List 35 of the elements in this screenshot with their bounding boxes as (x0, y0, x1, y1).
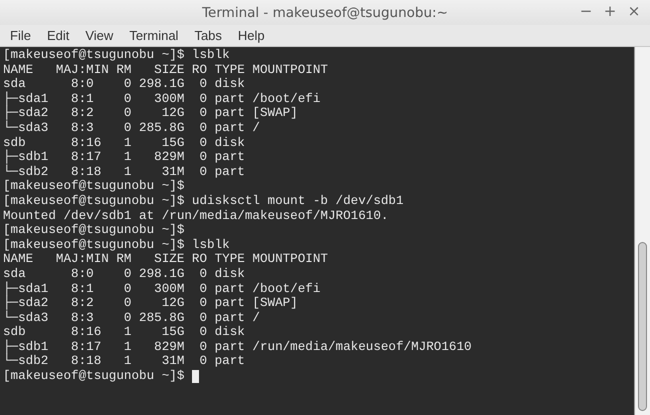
terminal-line: NAME MAJ:MIN RM SIZE RO TYPE MOUNTPOINT (3, 252, 328, 267)
menu-item[interactable]: Help (230, 26, 273, 45)
terminal-line: [makeuseof@tsugunobu ~]$ lsblk (3, 238, 230, 252)
menu-item[interactable]: View (77, 26, 122, 45)
terminal-line: sda 8:0 0 298.1G 0 disk (3, 77, 245, 92)
terminal-line: └─sdb2 8:18 1 31M 0 part (3, 354, 245, 370)
window-control[interactable]: − (576, 2, 596, 20)
terminal-line: [makeuseof@tsugunobu ~]$ (3, 179, 184, 194)
terminal-line: [makeuseof@tsugunobu ~]$ (3, 369, 186, 384)
terminal-line: └─sdb2 8:18 1 31M 0 part (3, 164, 245, 180)
terminal-line: [makeuseof@tsugunobu ~]$ lsblk (3, 48, 230, 63)
scrollbar[interactable] (634, 47, 650, 415)
terminal-line: ├─sdb1 8:17 1 829M 0 part /run/media/makeuseof/MJRO1610 (3, 340, 472, 354)
terminal-line: sdb 8:16 1 15G 0 disk (3, 136, 245, 150)
menu-item[interactable]: Edit (38, 26, 78, 45)
window-title: Terminal - makeuseof@tsugunobu:~ (202, 4, 448, 20)
menu-item[interactable]: File (2, 26, 39, 45)
terminal-line: Mounted /dev/sdb1 at /run/media/makeuseof/MJRO1610. (3, 208, 388, 224)
terminal-line: [makeuseof@tsugunobu ~]$ (3, 223, 184, 238)
window-control[interactable]: × (624, 2, 644, 20)
window-control[interactable]: + (600, 2, 620, 20)
menu-item[interactable]: Terminal (121, 26, 186, 45)
terminal-line: ├─sdb1 8:17 1 829M 0 part (3, 150, 245, 164)
scrollbar-thumb[interactable] (638, 242, 647, 411)
terminal-line: NAME MAJ:MIN RM SIZE RO TYPE MOUNTPOINT (3, 62, 328, 78)
terminal-line: ├─sda2 8:2 0 12G 0 part [SWAP] (3, 296, 298, 310)
menu-item[interactable]: Tabs (186, 26, 230, 45)
terminal-line: [makeuseof@tsugunobu ~]$ udisksctl mount -b /dev/sdb1 (3, 194, 404, 209)
terminal-line: └─sda3 8:3 0 285.8G 0 part / (3, 310, 260, 326)
terminal-line: ├─sda2 8:2 0 12G 0 part [SWAP] (3, 106, 298, 120)
terminal-line: ├─sda1 8:1 0 300M 0 part /boot/efi (3, 282, 320, 296)
terminal-line: sda 8:0 0 298.1G 0 disk (3, 266, 245, 282)
terminal-line: └─sda3 8:3 0 285.8G 0 part / (3, 120, 260, 136)
terminal-line: ├─sda1 8:1 0 300M 0 part /boot/efi (3, 92, 320, 106)
terminal-line: sdb 8:16 1 15G 0 disk (3, 325, 245, 340)
